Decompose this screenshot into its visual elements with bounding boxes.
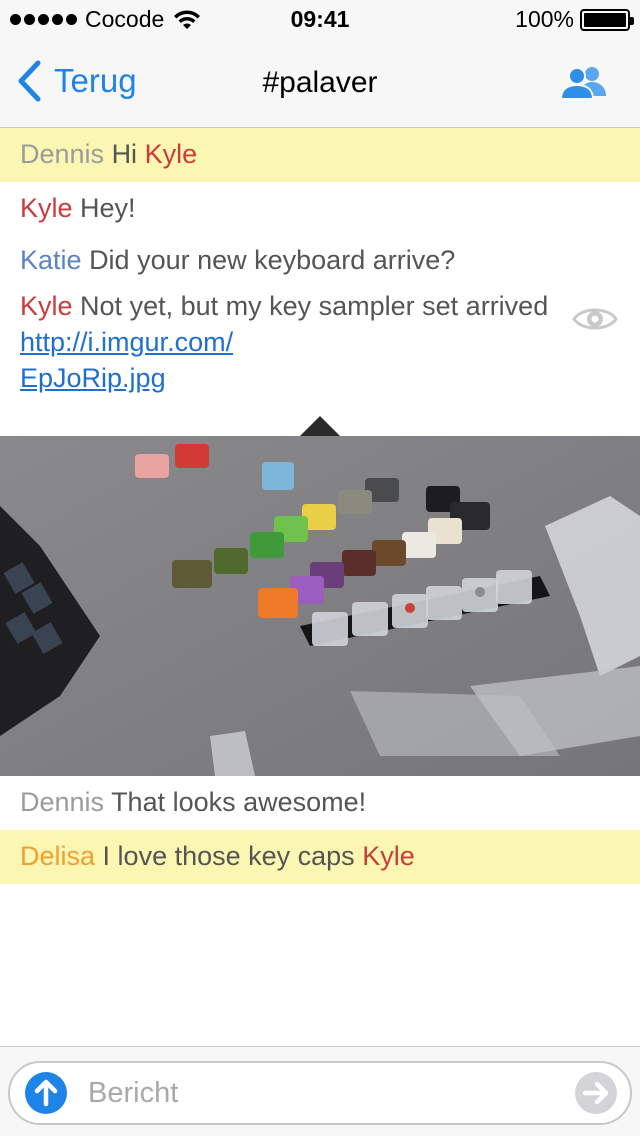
message-mention: Kyle	[144, 139, 198, 169]
message-text: Hi	[111, 139, 138, 169]
preview-pointer	[300, 416, 340, 436]
message-text: Hey!	[80, 193, 136, 223]
message-link[interactable]: http://i.imgur.com/EpJoRip.jpg	[20, 327, 233, 393]
arrow-up-icon[interactable]	[24, 1071, 68, 1115]
message-list: Dennis Hi Kyle Kyle Hey! Katie Did your …	[0, 128, 640, 398]
message-text: Not yet, but my key sampler set arrived	[80, 291, 549, 321]
message-input[interactable]	[88, 1073, 558, 1113]
battery-percent: 100%	[515, 6, 574, 32]
message-text: I love those key caps	[102, 841, 355, 871]
message-row: Kyle Not yet, but my key sampler set arr…	[0, 288, 640, 398]
message-row: Katie Did your new keyboard arrive?	[0, 234, 640, 288]
eye-icon[interactable]	[572, 304, 618, 334]
message-input-container	[8, 1061, 632, 1125]
status-bar: Cocode 09:41 100%	[0, 0, 640, 40]
message-nick[interactable]: Katie	[20, 245, 82, 275]
image-preview[interactable]	[0, 436, 640, 776]
message-nick[interactable]: Kyle	[20, 193, 73, 223]
message-nick[interactable]: Dennis	[20, 787, 104, 817]
users-icon[interactable]	[558, 64, 610, 100]
message-nick[interactable]: Delisa	[20, 841, 95, 871]
message-text: Did your new keyboard arrive?	[89, 245, 456, 275]
nav-bar: Terug #palaver	[0, 40, 640, 128]
message-row: Dennis That looks awesome!	[0, 776, 640, 830]
status-right: 100%	[515, 6, 634, 33]
battery-fill	[584, 12, 626, 27]
message-text: That looks awesome!	[111, 787, 367, 817]
battery-icon	[580, 8, 634, 31]
message-row: Kyle Hey!	[0, 182, 640, 234]
message-mention: Kyle	[362, 841, 415, 871]
input-bar	[0, 1046, 640, 1136]
channel-title: #palaver	[262, 66, 378, 99]
message-row: Dennis Hi Kyle	[0, 128, 640, 182]
message-row: Delisa I love those key caps Kyle	[0, 830, 640, 884]
keycaps-photo	[0, 436, 640, 776]
arrow-right-icon[interactable]	[574, 1071, 618, 1115]
message-nick[interactable]: Dennis	[20, 139, 104, 169]
message-nick[interactable]: Kyle	[20, 291, 73, 321]
